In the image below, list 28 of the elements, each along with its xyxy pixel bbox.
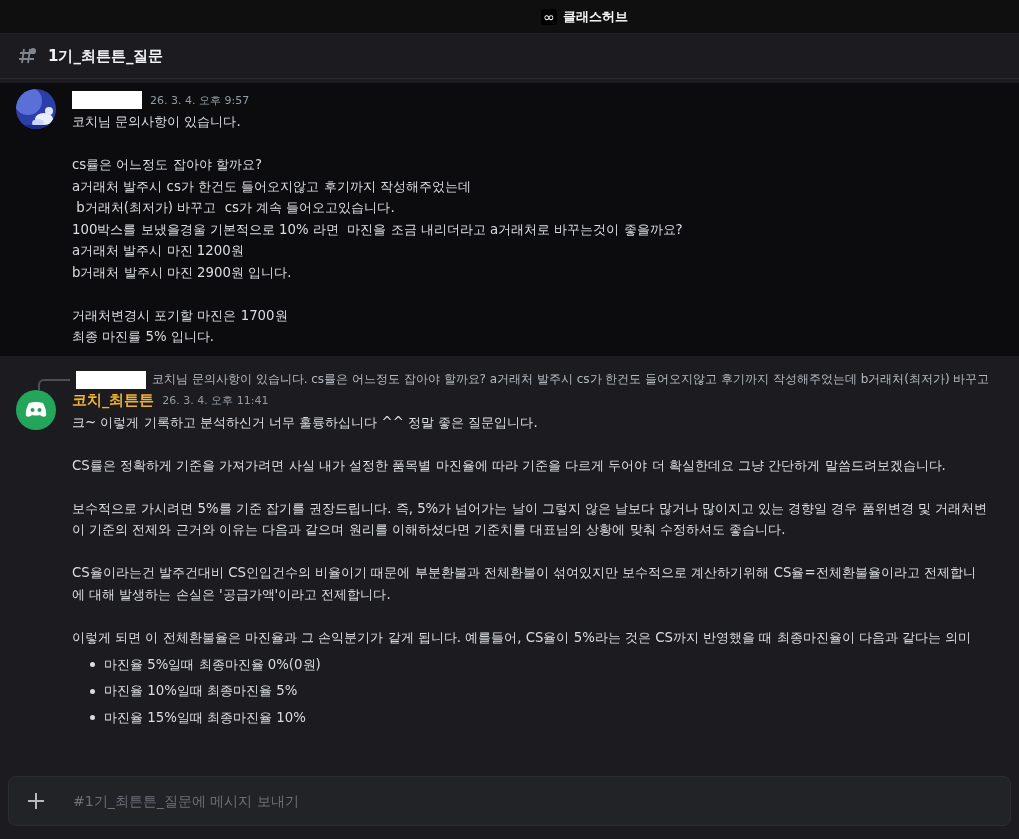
reply-connector — [38, 378, 70, 390]
redaction-box — [76, 370, 146, 389]
plus-icon[interactable] — [27, 792, 45, 810]
message-text: CS율이라는건 발주건대비 CS인입건수의 비율이기 때문에 부분환불과 전체환불이 섞여있지만 보수적으로 계산하기위해 CS율=전체환불율이라고 전제합니 에 대해 발생하는 손실은 '공급가액'이라고 전제합니다. — [72, 564, 977, 604]
list-item-text: 마진율 10%일때 최종마진율 5% — [104, 682, 298, 700]
list-item-text: 마진율 5%일때 최종마진율 0%(0원) — [104, 655, 321, 674]
message-text: 이렇게 되면 이 전체환불율은 마진율과 그 손익분기가 같게 됩니다. 예를들어, CS율이 5%라는 것은 CS까지 반영했을 때 최종마진율이 다음과 같다는 의미 — [72, 628, 973, 647]
redaction-box — [72, 91, 142, 109]
list-item-text: 마진율 15%일때 최종마진율 10% — [104, 708, 306, 727]
bullet-icon — [90, 662, 95, 668]
timestamp: 26. 3. 4. 오후 9:57 — [150, 92, 250, 108]
message-text: 거래처변경시 포기할 마진은 1700원 최종 마진률 5% 입니다. — [72, 306, 289, 346]
message-input-field[interactable]: #1기_최튼튼_질문에 메시지 보내기 — [8, 776, 1011, 826]
message-text: 크~ 이렇게 기록하고 분석하신거 너무 훌륭하십니다 ^^ 정말 좋은 질문입니다. — [72, 413, 539, 432]
message-text: 보수적으로 가시려면 5%를 기준 잡기를 권장드립니다. 즉, 5%가 넘어가는 날이 그렇지 않은 날보다 많거나 많이지고 있는 경향일 경우 품위변경 및 거래처변 이 기준의 전제와 근거와 이유는 다음과 같으며 원리를 이해하셨다면 기준치를 대표님의 상황에 맞춰 수정하셔도 좋습니다. — [72, 499, 989, 539]
channel-name: 1기_최튼튼_질문 — [48, 46, 164, 66]
app-logo-icon: ∞ — [541, 8, 557, 25]
bullet-icon — [90, 688, 95, 694]
app-title: 클래스허브 — [562, 7, 628, 26]
author-name[interactable]: 코치_최튼튼 — [72, 391, 155, 410]
bullet-icon — [90, 715, 95, 721]
controller-icon — [24, 400, 48, 419]
message-text: cs률은 어느정도 잡아야 할까요? a거래처 발주시 cs가 한건도 들어오지않고 후기까지 작성해주었는데 b거래처(최저가) 바꾸고 cs가 계속 들어오고있습니다. 100박스를 보냈을경울 기본적으로 10% 라면 마진을 조금 내리더라고 a거래처로 바꾸는것이 좋을까요? a거래처 발주시 마진 1200원 b거래처 발주시 마진 2900원 입니다. — [72, 156, 684, 282]
channel-hash-icon — [18, 46, 38, 66]
message-text: CS률은 정확하게 기준을 가져가려면 사실 내가 설정한 품목별 마진율에 따라 기준을 다르게 두어야 더 확실한데요 그냥 간단하게 말씀드려보겠습니다. — [72, 456, 947, 475]
reply-preview-text[interactable]: 코치님 문의사항이 있습니다. cs률은 어느정도 잡아야 할까요? a거래처 발주시 cs가 한건도 들어오지않고 후기까지 작성해주었는데 b거래처(최저가) 바꾸고 — [152, 371, 990, 388]
message-text: 코치님 문의사항이 있습니다. — [72, 113, 242, 131]
timestamp: 26. 3. 4. 오후 11:41 — [162, 393, 269, 408]
